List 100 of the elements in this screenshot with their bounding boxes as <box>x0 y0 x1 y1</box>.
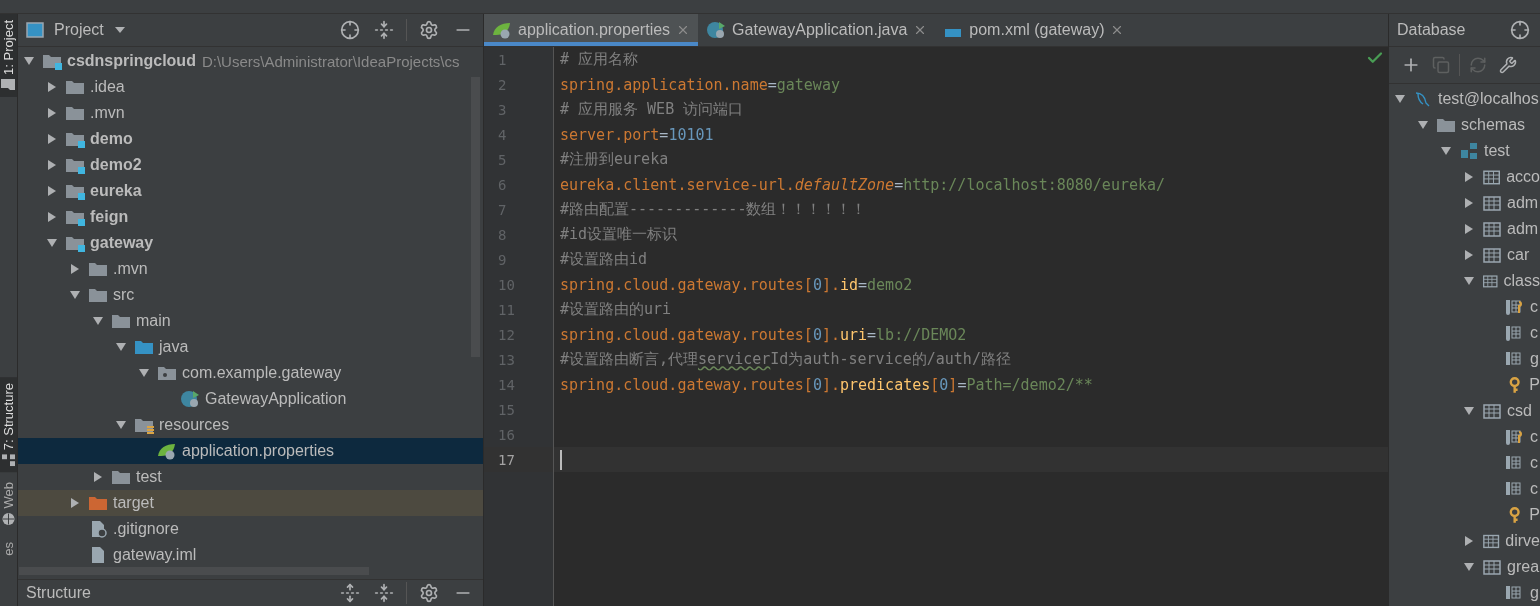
tree-item-label: test <box>1484 142 1510 160</box>
database-tree-row[interactable]: test <box>1389 138 1540 164</box>
tree-item-label: target <box>113 494 154 512</box>
column-icon <box>1506 456 1521 469</box>
project-tree-row[interactable]: csdnspringcloud D:\Users\Administrator\IdeaProjects\cs <box>18 48 483 74</box>
table-icon <box>1482 532 1501 550</box>
tree-item-label: main <box>136 312 171 330</box>
project-tree-row[interactable]: .idea <box>18 74 483 100</box>
database-tree-row[interactable]: adm <box>1389 216 1540 242</box>
table-icon <box>1482 402 1502 420</box>
database-tree-row[interactable]: c <box>1389 424 1540 450</box>
project-tree-row[interactable]: eureka <box>18 178 483 204</box>
project-tree-row[interactable]: .mvn <box>18 256 483 282</box>
column-icon <box>1506 586 1521 599</box>
tree-item-label: c <box>1530 298 1538 316</box>
database-tree-row[interactable]: adm <box>1389 190 1540 216</box>
tree-item-label: eureka <box>90 182 142 200</box>
database-tree-row[interactable]: class <box>1389 268 1540 294</box>
database-tree-row[interactable]: acco <box>1389 164 1540 190</box>
module-folder-icon <box>65 234 85 252</box>
panel-title[interactable]: Project <box>54 21 104 39</box>
database-tree-row[interactable]: test@localhos <box>1389 86 1540 112</box>
tool-window-tab[interactable]: Web <box>0 476 17 532</box>
tree-item-label: .mvn <box>113 260 148 278</box>
spring-leaf-icon <box>492 21 512 39</box>
locate-icon[interactable] <box>1508 18 1532 42</box>
editor-tab[interactable]: application.properties <box>484 14 699 46</box>
folder-icon <box>111 468 131 486</box>
key-column-icon <box>1506 430 1522 445</box>
project-tree-row[interactable]: .gitignore <box>18 516 483 542</box>
project-tree-row[interactable]: com.example.gateway <box>18 360 483 386</box>
scrollbar[interactable] <box>19 567 369 575</box>
tool-window-tab[interactable]: 7: Structure <box>0 376 17 473</box>
database-tree-row[interactable]: c <box>1389 476 1540 502</box>
dropdown-caret-icon[interactable] <box>113 26 126 34</box>
editor-tab[interactable]: pom.xml (gateway) <box>935 14 1133 46</box>
module-folder-icon <box>42 52 62 70</box>
tree-item-label: gateway <box>90 234 154 252</box>
project-tree-row[interactable]: resources <box>18 412 483 438</box>
folder-icon <box>134 338 154 356</box>
tree-item-label: c <box>1530 428 1538 446</box>
editor-tab[interactable]: GatewayApplication.java <box>698 14 936 46</box>
code-line: spring.application.name=gateway <box>560 75 840 94</box>
project-tree-row[interactable]: target <box>18 490 483 516</box>
collapse-all-icon[interactable] <box>372 581 396 605</box>
module-folder-icon <box>65 156 85 174</box>
table-icon <box>1482 168 1502 186</box>
code-line: eureka.client.service-url.defaultZone=http://localhost:8080/eureka/ <box>560 175 1166 194</box>
expand-all-icon[interactable] <box>338 581 362 605</box>
table-icon <box>1482 194 1502 212</box>
database-tree-row[interactable]: grea <box>1389 554 1540 580</box>
project-tree-row[interactable]: java <box>18 334 483 360</box>
tree-item-label: g <box>1530 584 1539 602</box>
project-tree-row[interactable]: application.properties <box>18 438 483 464</box>
code-line: #设置路由断言,代理servicerId为auth-service的/auth/路径 <box>560 350 1011 369</box>
tool-window-tab[interactable]: 1: Project <box>0 14 17 97</box>
tree-item-label: application.properties <box>182 442 335 460</box>
tree-item-label: com.example.gateway <box>182 364 342 382</box>
tree-item-label: demo <box>90 130 133 148</box>
database-tree-row[interactable]: P <box>1389 502 1540 528</box>
tree-item-label: .idea <box>90 78 125 96</box>
project-tree-row[interactable]: .mvn <box>18 100 483 126</box>
database-tree-row[interactable]: g <box>1389 346 1540 372</box>
database-tree-row[interactable]: csd <box>1389 398 1540 424</box>
collapse-all-icon[interactable] <box>372 18 396 42</box>
structure-icon <box>1 454 16 467</box>
table-icon <box>1482 246 1502 264</box>
locate-icon[interactable] <box>338 18 362 42</box>
database-tree-row[interactable]: P <box>1389 372 1540 398</box>
project-tree-row[interactable]: feign <box>18 204 483 230</box>
tree-item-label: P <box>1529 376 1540 394</box>
database-tree-row[interactable]: schemas <box>1389 112 1540 138</box>
panel-title: Database <box>1397 21 1466 39</box>
folder-icon <box>1 78 16 91</box>
project-tree-row[interactable]: GatewayApplication <box>18 386 483 412</box>
folder-icon <box>111 312 131 330</box>
code-line: #路由配置-------------数组！！！！！！ <box>560 200 867 219</box>
tool-window-tab[interactable]: es <box>0 535 17 562</box>
folder-icon <box>88 286 108 304</box>
database-tree-row[interactable]: c <box>1389 294 1540 320</box>
project-tree-row[interactable]: gateway.iml <box>18 542 483 567</box>
database-tree-row[interactable]: c <box>1389 320 1540 346</box>
tree-item-label: schemas <box>1461 116 1526 134</box>
module-folder-icon <box>65 130 85 148</box>
column-icon <box>1506 482 1521 495</box>
folder-icon <box>88 260 108 278</box>
database-tree-row[interactable]: dirve <box>1389 528 1540 554</box>
database-tree-row[interactable]: g <box>1389 580 1540 606</box>
database-tree-row[interactable]: car <box>1389 242 1540 268</box>
database-tree-row[interactable]: c <box>1389 450 1540 476</box>
tree-item-label: feign <box>90 208 129 226</box>
project-tree-row[interactable]: demo <box>18 126 483 152</box>
window-icon <box>26 22 44 38</box>
project-tree-row[interactable]: test <box>18 464 483 490</box>
project-tree-row[interactable]: src <box>18 282 483 308</box>
project-tree-row[interactable]: gateway <box>18 230 483 256</box>
project-tree-row[interactable]: demo2 <box>18 152 483 178</box>
project-tree-row[interactable]: main <box>18 308 483 334</box>
tree-item-label: c <box>1530 324 1538 342</box>
tree-item-label: c <box>1530 454 1538 472</box>
